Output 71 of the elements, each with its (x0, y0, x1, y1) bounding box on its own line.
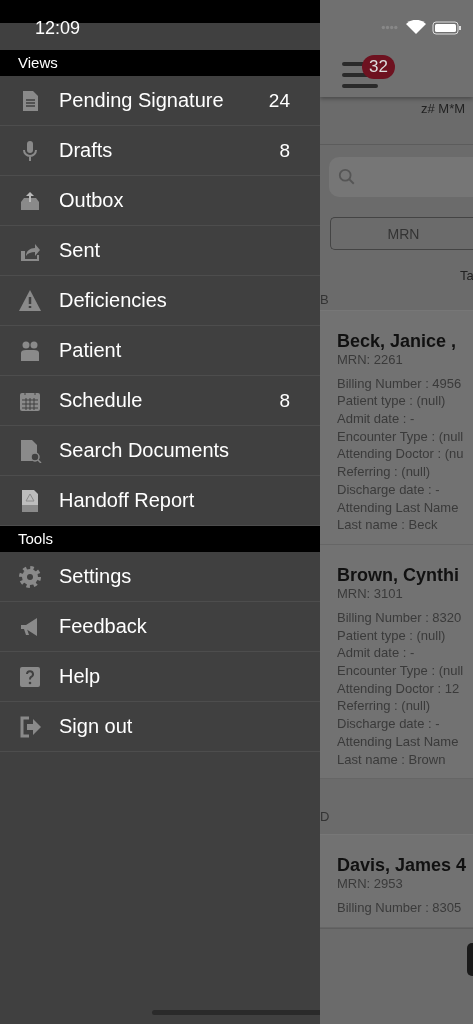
status-time: 12:09 (35, 18, 81, 39)
menu-item-label: Sent (59, 239, 102, 262)
menu-item-label: Pending Signature (59, 89, 225, 112)
menu-item-label: Sign out (59, 715, 134, 738)
search-icon (338, 168, 356, 187)
menu-item[interactable]: Pending Signature 24 (0, 76, 320, 126)
signal-icon (380, 25, 400, 30)
count-label: 8 (279, 139, 290, 162)
search-field[interactable] (329, 157, 473, 198)
count-label: 24 (268, 89, 290, 112)
menu-item[interactable]: Search Documents (0, 426, 320, 476)
detail-line: Referring : (null) (337, 463, 432, 481)
menu-item-label: Schedule (59, 389, 144, 412)
menu-item-label: Settings (59, 565, 133, 588)
section-header: Tools (0, 526, 320, 552)
menu-item[interactable]: Sign out (0, 702, 320, 752)
warning-icon (18, 288, 42, 313)
detail-line: Last name : Beck (337, 516, 439, 534)
detail-line: Attending Doctor : 12 (337, 679, 461, 698)
patient-card[interactable] (320, 310, 473, 545)
menu-item-label: Help (59, 665, 102, 688)
menu-item-label: Search Documents (59, 439, 231, 462)
menu-item-label: Feedback (59, 615, 148, 638)
menu-item-label: Patient (59, 339, 123, 362)
menu-item-label: Deficiencies (59, 289, 168, 312)
wifi-icon (406, 20, 426, 35)
settings-icon (18, 564, 42, 589)
menu-item[interactable]: Patient (0, 326, 320, 376)
detail-line: Billing Number : 8320 (337, 608, 463, 627)
menu-item[interactable]: Help (0, 652, 320, 702)
mrn-text: MRN: 3101 (337, 585, 404, 601)
detail-line: Attending Last Name (337, 732, 460, 751)
detail-line: Attending Doctor : (nu (337, 445, 465, 464)
patient-card[interactable] (320, 544, 473, 780)
menu-item[interactable]: Schedule 8 (0, 376, 320, 426)
detail-line: Patient type : (null) (337, 626, 447, 645)
toolbar-button[interactable] (467, 943, 473, 976)
detail-line: Admit date : - (337, 644, 416, 663)
detail-line: Admit date : - (337, 410, 416, 428)
detail-line: Patient type : (null) (337, 392, 447, 411)
count-label: 8 (279, 389, 290, 412)
help-icon (18, 664, 42, 689)
detail-line: Discharge date : - (337, 715, 441, 733)
detail-line: Encounter Type : (null (337, 427, 465, 446)
notification-badge: 32 (362, 55, 395, 79)
menu-item[interactable]: Settings (0, 552, 320, 602)
detail-line: Billing Number : 8305 (337, 899, 463, 917)
header-text: z# M*M (421, 100, 466, 116)
sign-out-icon (18, 714, 42, 739)
menu-item-label: Drafts (59, 139, 114, 162)
patient-name: Beck, Janice , (337, 330, 458, 352)
detail-line: Referring : (null) (337, 697, 432, 716)
patient-name: Davis, James 4 (337, 855, 468, 877)
menu-item-label: Handoff Report (59, 489, 196, 512)
menu-item[interactable]: Deficiencies (0, 276, 320, 326)
menu-item[interactable]: Outbox (0, 176, 320, 226)
patient-name: Brown, Cynthi (337, 564, 460, 586)
menu-item-label: Outbox (59, 189, 125, 212)
battery-icon (432, 20, 462, 35)
detail-line: Discharge date : - (337, 480, 441, 499)
patient-card[interactable]: Davis, James 4 MRN: 2953 Billing Number : 8305 (320, 835, 473, 928)
search-document-icon (18, 438, 42, 463)
menu-item[interactable]: Sent (0, 226, 320, 276)
detail-line: Last name : Brown (337, 750, 447, 769)
menu-item[interactable]: Feedback (0, 602, 320, 652)
detail-line: Encounter Type : (null (337, 662, 465, 680)
section-header: Views (0, 50, 320, 76)
mrn-text: MRN: 2953 (337, 876, 404, 892)
detail-line: Attending Last Name (337, 498, 460, 517)
detail-line: Billing Number : 4956 (337, 374, 463, 393)
mrn-text: MRN: 2261 (337, 351, 404, 367)
